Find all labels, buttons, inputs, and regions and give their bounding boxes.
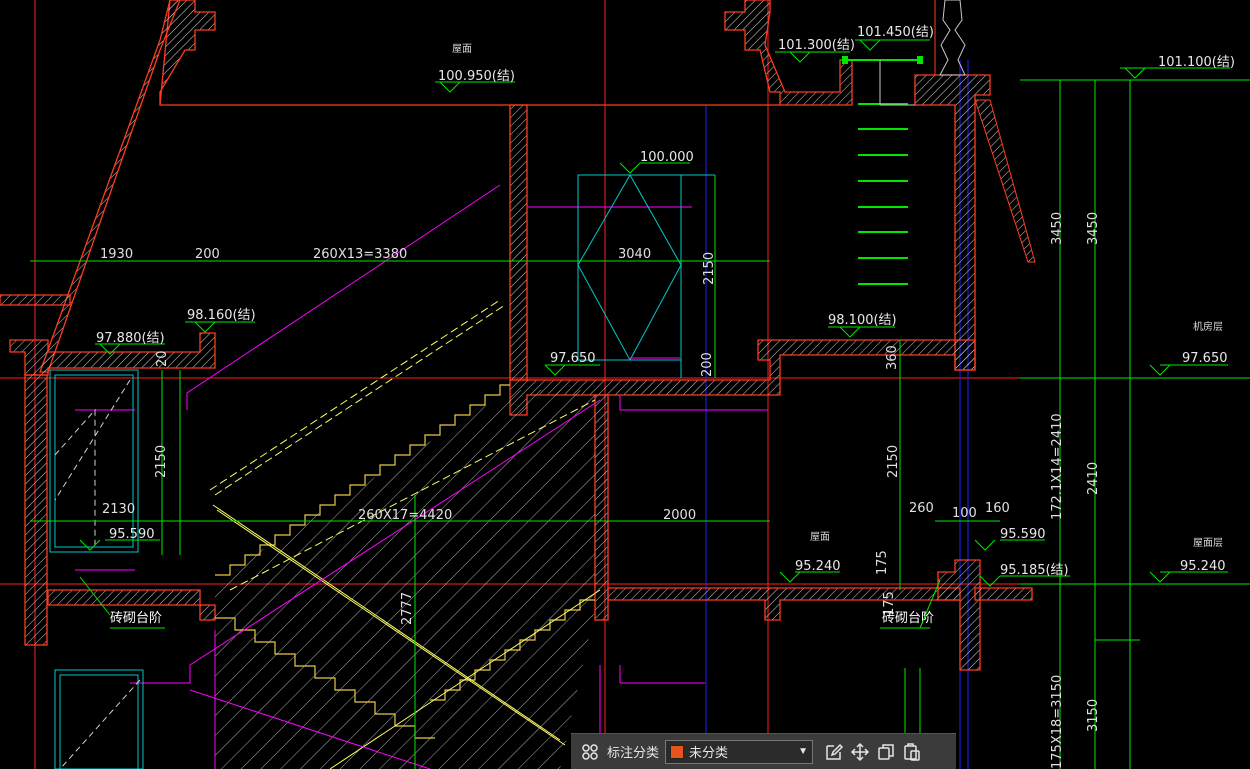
cad-drawing[interactable]: 101.450(结) 101.300(结) 101.100(结) 100.950… <box>0 0 1250 769</box>
elev-97880: 97.880(结) <box>96 331 165 346</box>
elev-97650b: 97.650 <box>1182 351 1228 366</box>
dim-2000: 2000 <box>663 508 696 523</box>
dim-stairs17: 260X17=4420 <box>358 508 452 523</box>
dim-3450a: 3450 <box>1050 212 1065 245</box>
dim-260: 260 <box>909 501 934 516</box>
elev-100950: 100.950(结) <box>438 69 515 84</box>
dim-2130: 2130 <box>102 502 135 517</box>
category-select[interactable]: 未分类 ▼ <box>665 739 814 764</box>
chevron-down-icon: ▼ <box>798 746 809 757</box>
dim-160: 160 <box>985 501 1010 516</box>
category-swatch <box>670 744 685 759</box>
white-dashed <box>54 379 141 769</box>
elev-100000: 100.000 <box>640 150 694 165</box>
dim-stairs14: 172.1X14=2410 <box>1050 413 1065 520</box>
move-icon[interactable] <box>847 739 873 765</box>
elev-101450: 101.450(结) <box>857 25 934 40</box>
dim-1930: 1930 <box>100 247 133 262</box>
dim-20: 20 <box>155 350 170 367</box>
label-brick-step-a: 砖砌台阶 <box>110 611 162 626</box>
elev-95185: 95.185(结) <box>1000 563 1069 578</box>
elev-95240b: 95.240 <box>1180 559 1226 574</box>
ladder <box>858 103 908 285</box>
grid-icon[interactable] <box>577 739 603 765</box>
stair-section <box>215 390 595 769</box>
label-roof-c: 屋面层 <box>1193 537 1223 549</box>
dim-3150: 3150 <box>1086 699 1101 732</box>
dim-360: 360 <box>885 345 900 370</box>
dim-2410: 2410 <box>1086 462 1101 495</box>
room-annotations: 屋面 屋面 屋面层 机房层 砖砌台阶 砖砌台阶 <box>79 43 1223 629</box>
paste-icon[interactable] <box>899 739 925 765</box>
dim-175a: 175 <box>875 550 890 575</box>
elev-98100: 98.100(结) <box>828 313 897 328</box>
dim-200a: 200 <box>195 247 220 262</box>
elev-95590a: 95.590 <box>109 527 155 542</box>
blue-lines <box>705 60 969 769</box>
elev-101100: 101.100(结) <box>1158 55 1235 70</box>
dim-3040: 3040 <box>618 247 651 262</box>
copy-icon[interactable] <box>873 739 899 765</box>
dim-3450b: 3450 <box>1086 212 1101 245</box>
annotation-toolbar: 标注分类 未分类 ▼ <box>571 733 956 769</box>
toolbar-label: 标注分类 <box>607 745 660 760</box>
label-roof-b: 屋面 <box>810 531 830 543</box>
dim-200b: 200 <box>700 352 715 377</box>
dim-stairs13: 260X13=3380 <box>313 247 407 262</box>
category-selected: 未分类 <box>689 745 729 760</box>
elev-95240a: 95.240 <box>795 559 841 574</box>
label-machine-room: 机房层 <box>1193 320 1223 333</box>
dim-2150a: 2150 <box>702 252 717 285</box>
elev-98160: 98.160(结) <box>187 308 256 323</box>
elev-97650a: 97.650 <box>550 351 596 366</box>
dim-100: 100 <box>952 506 977 521</box>
dim-2150b: 2150 <box>886 445 901 478</box>
elev-95590b: 95.590 <box>1000 527 1046 542</box>
elev-101300: 101.300(结) <box>778 38 855 53</box>
dim-2150c: 2150 <box>154 445 169 478</box>
dim-stairs18: 175X18=3150 <box>1050 675 1065 769</box>
edit-icon[interactable] <box>821 739 847 765</box>
label-roof-a: 屋面 <box>452 43 472 55</box>
dim-2777: 2777 <box>400 592 415 625</box>
